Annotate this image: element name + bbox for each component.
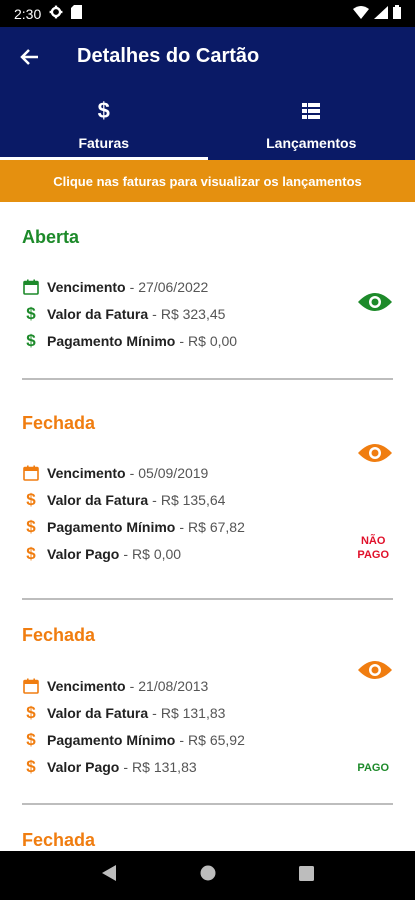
battery-icon: [393, 5, 401, 22]
tab-lancamentos-label: Lançamentos: [266, 135, 357, 151]
invoice-card[interactable]: Fechada Vencimento - 21/08/2013 $ Valor …: [22, 600, 393, 805]
due-date-label: Vencimento: [47, 465, 126, 481]
app-bar: Detalhes do Cartão $ Faturas Lançamentos: [0, 27, 415, 160]
minimum-payment-row: $ Pagamento Mínimo - R$ 65,92: [22, 730, 245, 749]
nav-home-icon[interactable]: [200, 865, 216, 886]
invoice-status: Fechada: [22, 830, 96, 850]
due-date-value: 05/09/2019: [138, 465, 209, 481]
minimum-payment-label: Pagamento Mínimo: [47, 333, 176, 349]
signal-icon: [374, 5, 388, 22]
due-date-label: Vencimento: [47, 279, 126, 295]
separator: -: [179, 333, 185, 349]
dollar-icon: $: [26, 304, 36, 323]
info-banner-text: Clique nas faturas para visualizar os la…: [53, 173, 362, 189]
status-bar: 2:30: [0, 0, 415, 27]
payment-status-badge: NÃO PAGO: [357, 534, 389, 562]
calendar-icon: [22, 464, 40, 482]
page-title: Detalhes do Cartão: [77, 45, 260, 67]
list-icon: [302, 99, 321, 123]
invoice-amount-row: $ Valor da Fatura - R$ 135,64: [22, 490, 226, 509]
back-arrow-icon[interactable]: [14, 41, 46, 73]
minimum-payment-row: $ Pagamento Mínimo - R$ 0,00: [22, 331, 238, 350]
minimum-payment-value: R$ 0,00: [188, 333, 238, 349]
invoice-list: Aberta Vencimento - 27/06/2022 $ Valor d…: [0, 202, 415, 865]
separator: -: [129, 465, 135, 481]
calendar-icon: [22, 677, 40, 695]
invoice-amount-row: $ Valor da Fatura - R$ 131,83: [22, 703, 226, 722]
amount-paid-label: Valor Pago: [47, 759, 120, 775]
separator: -: [129, 678, 135, 694]
sim-card-icon: [71, 5, 83, 22]
tab-faturas-label: Faturas: [78, 135, 130, 151]
view-eye-icon[interactable]: [357, 658, 393, 682]
amount-paid-value: R$ 0,00: [132, 546, 182, 562]
separator: -: [152, 492, 157, 508]
separator: -: [129, 279, 135, 295]
dollar-icon: $: [26, 757, 36, 776]
invoice-amount-row: $ Valor da Fatura - R$ 323,45: [22, 304, 226, 323]
separator: -: [179, 732, 185, 748]
dollar-icon: $: [26, 331, 36, 350]
payment-status-line1: NÃO: [360, 535, 386, 547]
due-date-row: Vencimento - 05/09/2019: [22, 464, 208, 482]
nav-recents-icon[interactable]: [298, 865, 314, 886]
dollar-icon: $: [97, 98, 110, 123]
view-eye-icon[interactable]: [357, 290, 393, 314]
due-date-value: 21/08/2013: [138, 678, 209, 694]
due-date-value: 27/06/2022: [138, 279, 209, 295]
minimum-payment-value: R$ 67,82: [188, 519, 245, 535]
info-banner: Clique nas faturas para visualizar os la…: [0, 160, 415, 202]
separator: -: [123, 546, 129, 562]
due-date-row: Vencimento - 21/08/2013: [22, 677, 208, 695]
invoice-status: Fechada: [22, 625, 96, 645]
separator: -: [179, 519, 185, 535]
separator: -: [152, 306, 157, 322]
nav-back-icon[interactable]: [101, 864, 117, 887]
dollar-icon: $: [26, 517, 36, 536]
payment-status-badge: PAGO: [357, 762, 389, 774]
calendar-icon: [22, 278, 40, 296]
invoice-amount-value: R$ 135,64: [160, 492, 226, 508]
due-date-row: Vencimento - 27/06/2022: [22, 278, 208, 296]
invoice-amount-label: Valor da Fatura: [47, 492, 149, 508]
invoice-amount-label: Valor da Fatura: [47, 705, 149, 721]
dollar-icon: $: [26, 490, 36, 509]
invoice-card[interactable]: Fechada Vencimento - 05/09/2019 $ Valor …: [22, 380, 393, 600]
tab-faturas[interactable]: $ Faturas: [0, 91, 208, 160]
system-navigation-bar: [0, 851, 415, 900]
dollar-icon: $: [26, 730, 36, 749]
invoice-status: Aberta: [22, 227, 80, 247]
separator: -: [152, 705, 157, 721]
tab-lancamentos[interactable]: Lançamentos: [208, 91, 415, 160]
amount-paid-row: $ Valor Pago - R$ 131,83: [22, 757, 197, 776]
amount-paid-value: R$ 131,83: [132, 759, 197, 775]
invoice-amount-label: Valor da Fatura: [47, 306, 149, 322]
payment-status-line2: PAGO: [357, 549, 389, 561]
invoice-card[interactable]: Aberta Vencimento - 27/06/2022 $ Valor d…: [22, 202, 393, 380]
wifi-icon: [353, 5, 369, 22]
invoice-status: Fechada: [22, 413, 96, 433]
minimum-payment-label: Pagamento Mínimo: [47, 732, 176, 748]
minimum-payment-value: R$ 65,92: [188, 732, 245, 748]
dollar-icon: $: [26, 544, 36, 563]
invoice-amount-value: R$ 323,45: [160, 306, 226, 322]
due-date-label: Vencimento: [47, 678, 126, 694]
amount-paid-label: Valor Pago: [47, 546, 120, 562]
minimum-payment-label: Pagamento Mínimo: [47, 519, 176, 535]
invoice-amount-value: R$ 131,83: [160, 705, 226, 721]
minimum-payment-row: $ Pagamento Mínimo - R$ 67,82: [22, 517, 245, 536]
dollar-icon: $: [26, 703, 36, 722]
settings-gear-icon: [49, 5, 63, 22]
tab-bar: $ Faturas Lançamentos: [0, 91, 415, 160]
separator: -: [123, 759, 129, 775]
status-time: 2:30: [14, 5, 42, 22]
view-eye-icon[interactable]: [357, 441, 393, 465]
amount-paid-row: $ Valor Pago - R$ 0,00: [22, 544, 182, 563]
